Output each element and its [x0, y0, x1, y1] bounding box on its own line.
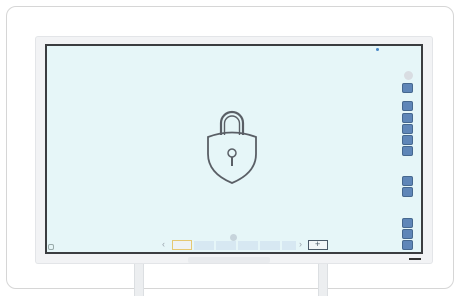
sidebar-button-7[interactable] [402, 176, 413, 186]
indicator-bar [409, 258, 421, 260]
pen-icon[interactable] [402, 101, 413, 111]
sidebar-button-10[interactable] [402, 229, 413, 239]
sidebar-button-4[interactable] [402, 124, 413, 134]
chevron-left-icon[interactable]: ‹ [162, 239, 165, 249]
stand-leg-right [318, 262, 328, 296]
chevron-right-icon[interactable]: › [299, 239, 302, 249]
page-thumbnail-active[interactable] [172, 240, 192, 250]
page-thumbnail[interactable] [282, 241, 296, 250]
pen-tray [188, 257, 270, 263]
sidebar-button-9[interactable] [402, 218, 413, 228]
sidebar-button-1[interactable] [402, 83, 413, 93]
sidebar-button-3[interactable] [402, 113, 413, 123]
page-thumbnail[interactable] [194, 241, 214, 250]
page-thumbnail[interactable] [260, 241, 280, 250]
sidebar-button-5[interactable] [402, 135, 413, 145]
lock-icon [207, 110, 257, 184]
page-thumbnail[interactable] [238, 241, 258, 250]
more-icon[interactable] [404, 71, 413, 80]
add-page-button[interactable]: + [308, 239, 328, 250]
stand-leg-left [134, 262, 144, 296]
menu-icon[interactable] [48, 244, 54, 250]
sidebar-button-6[interactable] [402, 146, 413, 156]
sidebar-button-11[interactable] [402, 240, 413, 250]
status-indicator-icon [376, 48, 379, 51]
page-navigation-bar: ‹ › + [160, 239, 332, 251]
toolbar-sidebar [401, 68, 415, 252]
page-thumbnail[interactable] [216, 241, 236, 250]
sidebar-button-8[interactable] [402, 187, 413, 197]
add-page-icon: + [315, 239, 321, 249]
